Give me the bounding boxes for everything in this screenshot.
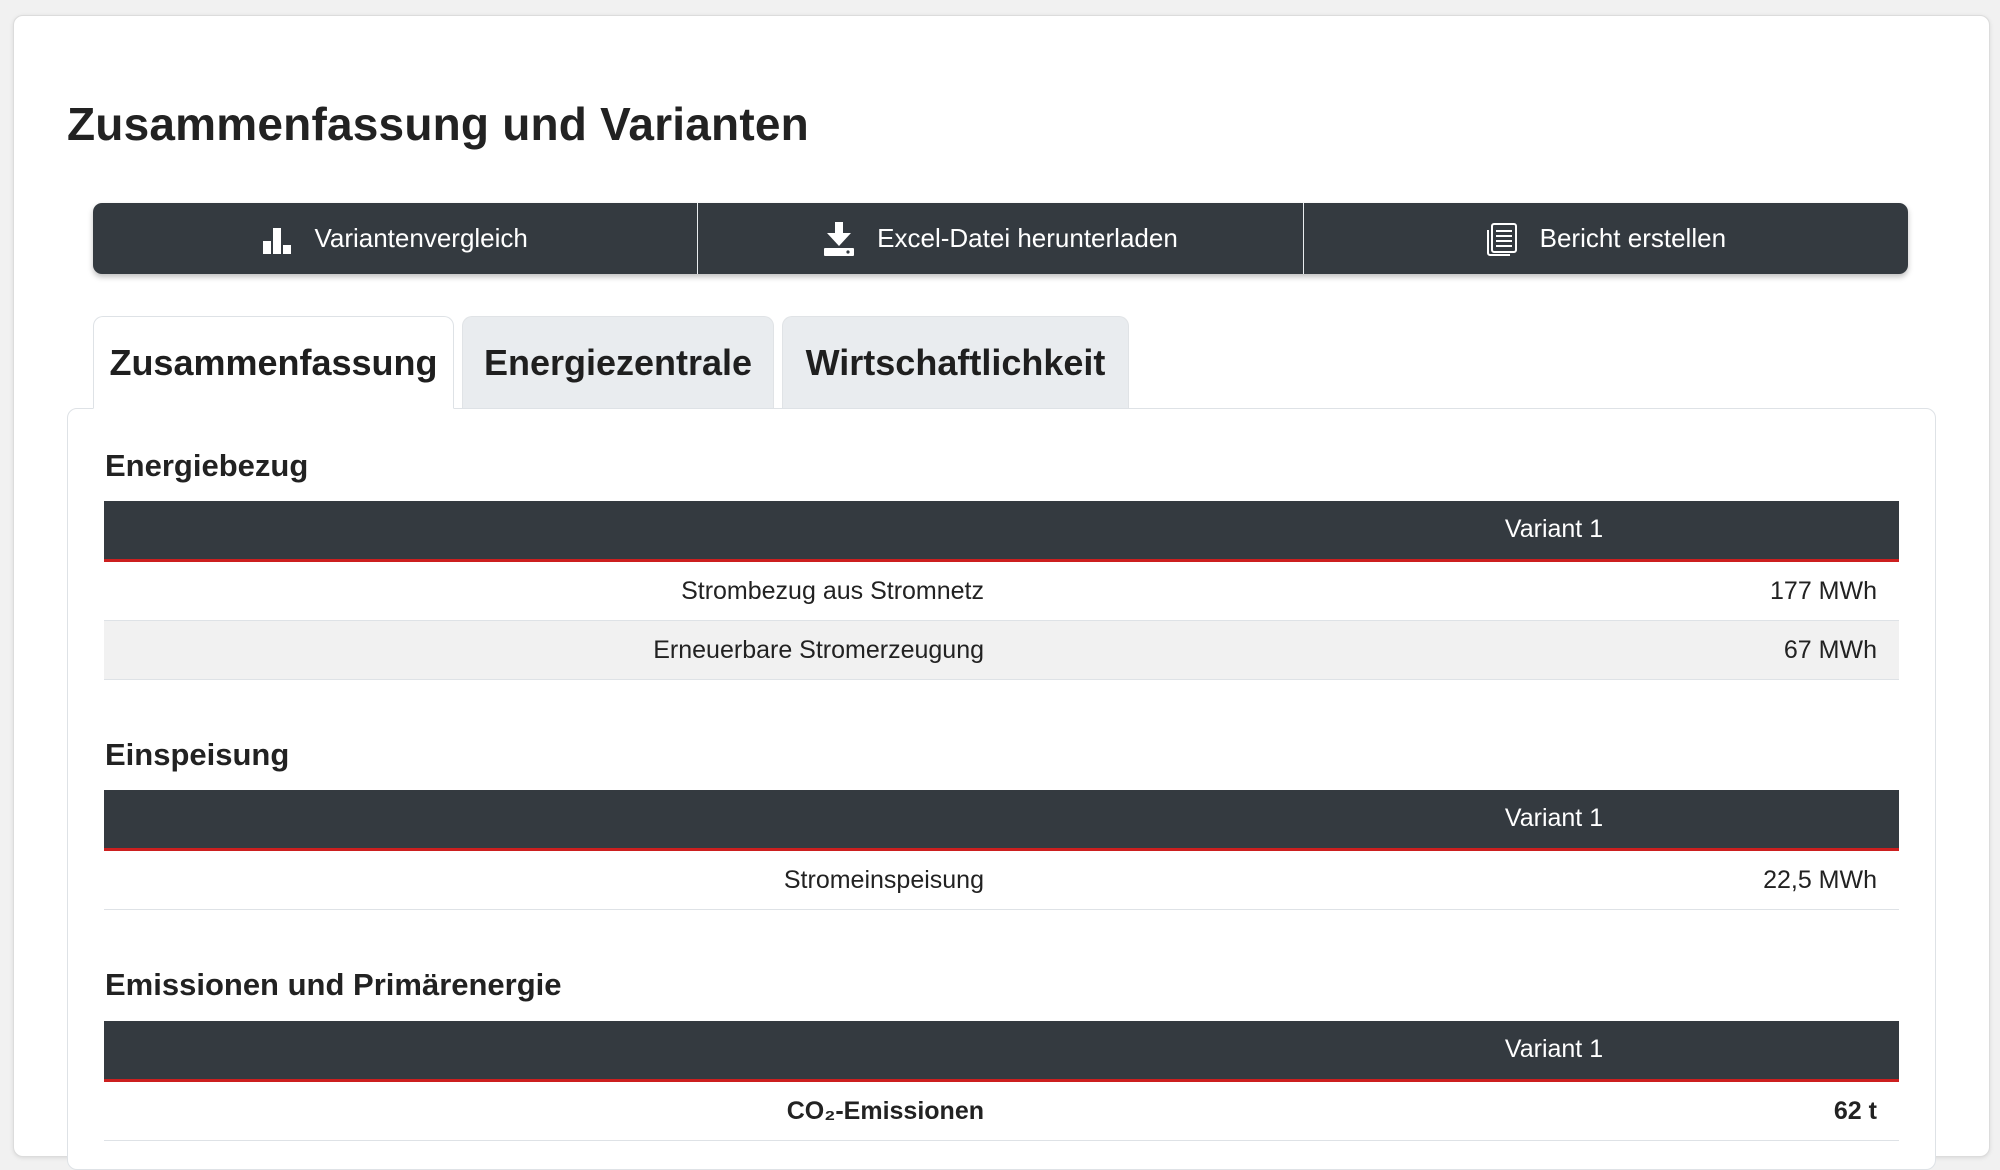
create-report-button[interactable]: Bericht erstellen (1304, 203, 1908, 274)
row-value: 22,5 MWh (1763, 866, 1877, 894)
table-emissions: Variant 1 CO₂-Emissionen 62 t (104, 1021, 1899, 1141)
row-value: 67 MWh (1783, 636, 1877, 664)
row-label: Erneuerbare Stromerzeugung (653, 636, 984, 664)
column-header: Variant 1 (1504, 1035, 1604, 1063)
variant-comparison-button[interactable]: Variantenvergleich (93, 203, 699, 274)
table-row: CO₂-Emissionen 62 t (104, 1082, 1899, 1141)
tab-bar: Zusammenfassung Energiezentrale Wirtscha… (93, 316, 1137, 409)
row-label: Stromeinspeisung (783, 866, 984, 894)
section-title-energy-supply: Energiebezug (105, 448, 309, 483)
table-header: Variant 1 (104, 790, 1899, 851)
row-value: 62 t (1833, 1097, 1877, 1125)
tab-economics[interactable]: Wirtschaftlichkeit (782, 316, 1129, 408)
page-title: Zusammenfassung und Varianten (67, 98, 809, 150)
action-toolbar: Variantenvergleich Excel-Datei herunterl… (93, 203, 1908, 274)
tab-energy-center[interactable]: Energiezentrale (462, 316, 774, 408)
column-header: Variant 1 (1504, 515, 1604, 543)
excel-download-button[interactable]: Excel-Datei herunterladen (698, 203, 1304, 274)
table-row: Strombezug aus Stromnetz 177 MWh (104, 562, 1899, 621)
column-header: Variant 1 (1504, 804, 1604, 832)
table-energy-supply: Variant 1 Strombezug aus Stromnetz 177 M… (104, 501, 1899, 680)
variant-comparison-label: Variantenvergleich (314, 223, 528, 253)
download-icon (823, 221, 855, 256)
excel-download-label: Excel-Datei herunterladen (877, 223, 1178, 253)
document-icon (1486, 222, 1518, 256)
section-title-emissions: Emissionen und Primärenergie (105, 967, 562, 1002)
row-label: Strombezug aus Stromnetz (681, 577, 984, 605)
row-label: CO₂-Emissionen (786, 1097, 984, 1125)
create-report-label: Bericht erstellen (1539, 223, 1727, 253)
bar-chart-icon (262, 224, 292, 254)
row-value: 177 MWh (1770, 577, 1877, 605)
table-feed-in: Variant 1 Stromeinspeisung 22,5 MWh (104, 790, 1899, 910)
section-title-feed-in: Einspeisung (105, 737, 290, 772)
table-header: Variant 1 (104, 1021, 1899, 1082)
tab-summary[interactable]: Zusammenfassung (93, 316, 454, 409)
table-row: Stromeinspeisung 22,5 MWh (104, 851, 1899, 910)
table-row: Erneuerbare Stromerzeugung 67 MWh (104, 621, 1899, 680)
table-header: Variant 1 (104, 501, 1899, 562)
